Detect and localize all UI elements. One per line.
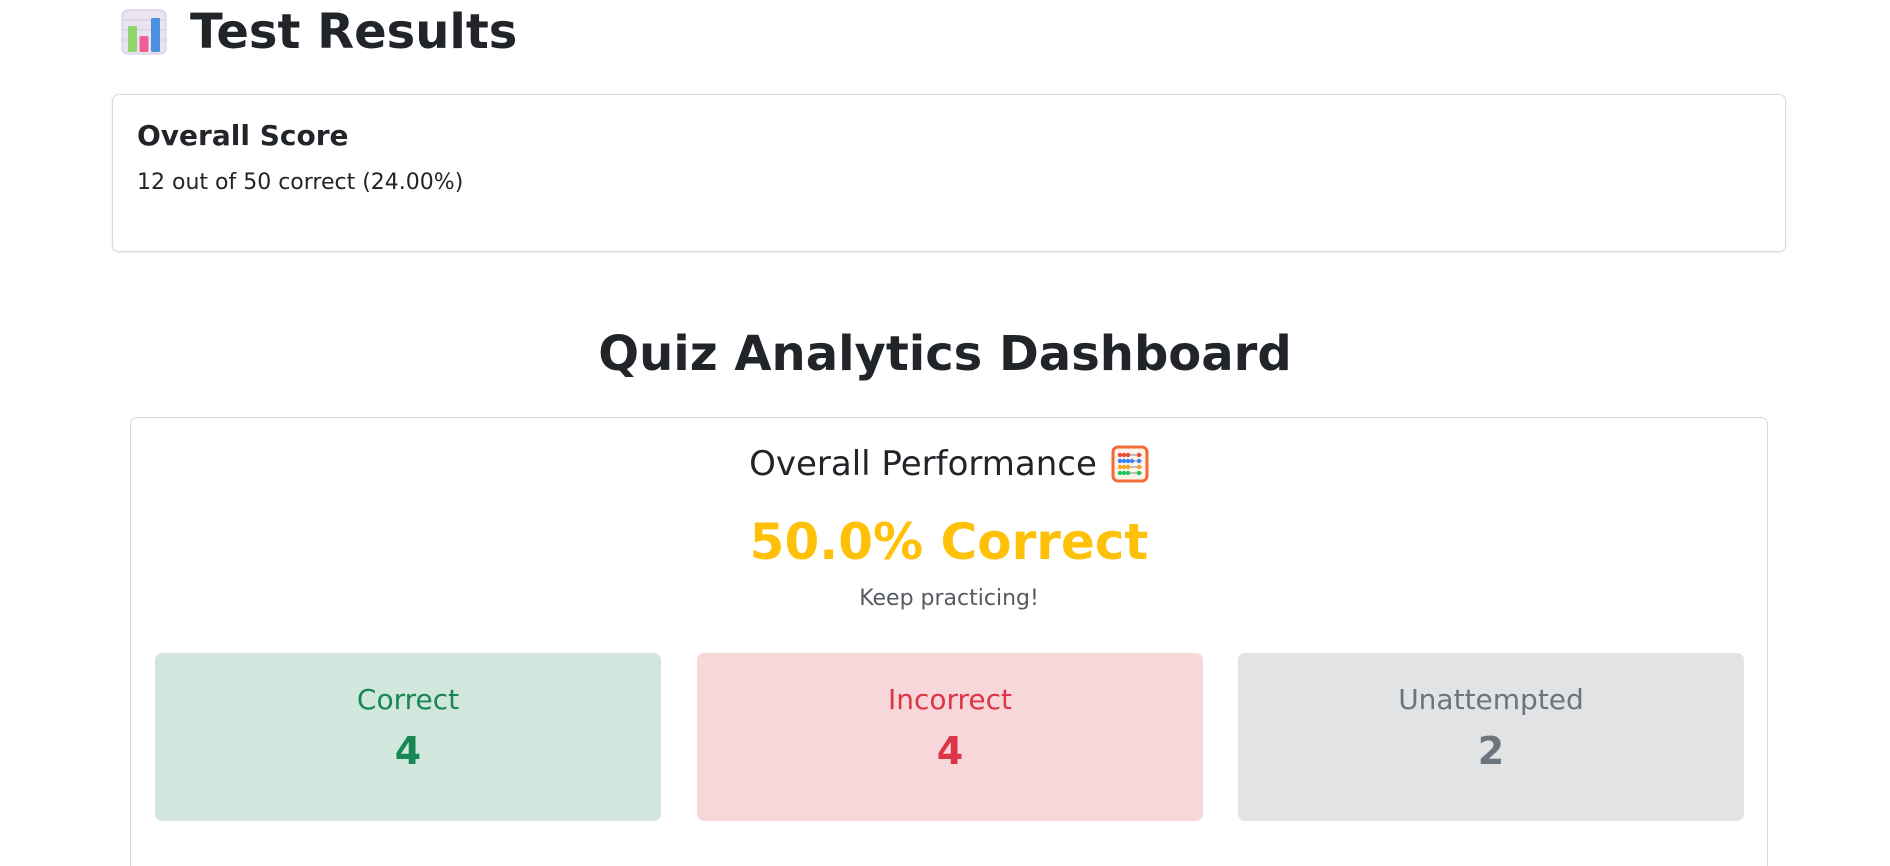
stat-incorrect-card: Incorrect 4 [697, 653, 1203, 821]
performance-percent: 50.0% Correct [749, 513, 1149, 571]
stat-incorrect-value: 4 [936, 729, 964, 773]
stat-unattempted-label: Unattempted [1398, 683, 1584, 716]
dashboard-title: Quiz Analytics Dashboard [598, 326, 1292, 382]
bar-chart-icon [120, 8, 168, 56]
overall-performance-heading: Overall Performance [131, 442, 1767, 486]
overall-performance-label: Overall Performance [749, 444, 1097, 484]
page-title: Test Results [190, 4, 518, 60]
stat-correct-label: Correct [356, 683, 460, 716]
stat-correct-value: 4 [394, 729, 422, 773]
overall-score-card: Overall Score 12 out of 50 correct (24.0… [112, 94, 1786, 252]
stat-unattempted-card: Unattempted 2 [1238, 653, 1744, 821]
abacus-icon [1111, 445, 1149, 483]
page-header: Test Results [120, 0, 517, 64]
overall-performance-card: Overall Performance 50.0% Correct Keep p… [130, 417, 1768, 866]
stat-incorrect-label: Incorrect [887, 683, 1013, 716]
stat-unattempted-value: 2 [1477, 729, 1505, 773]
stat-correct-card: Correct 4 [155, 653, 661, 821]
overall-score-summary: 12 out of 50 correct (24.00%) [137, 170, 464, 195]
overall-score-heading: Overall Score [137, 119, 349, 152]
performance-message: Keep practicing! [859, 586, 1039, 611]
